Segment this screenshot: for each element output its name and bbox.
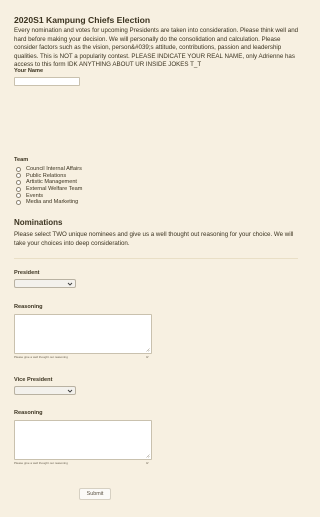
name-input[interactable] — [14, 77, 80, 86]
radio-button[interactable] — [16, 179, 21, 185]
chevron-down-icon — [67, 389, 73, 393]
vice-president-label: Vice President — [14, 377, 53, 383]
election-form: 2020S1 Kampung Chiefs Election Every nom… — [0, 0, 310, 517]
resize-grip-icon[interactable] — [146, 454, 150, 458]
form-title: 2020S1 Kampung Chiefs Election — [14, 15, 151, 25]
team-option-0[interactable]: Council Internal Affairs — [16, 166, 82, 173]
team-option-label: Artistic Management — [26, 179, 77, 186]
team-option-3[interactable]: External Welfare Team — [16, 186, 82, 193]
nominations-description: Please select TWO unique nominees and gi… — [14, 231, 294, 247]
nominations-title: Nominations — [14, 218, 63, 227]
radio-button[interactable] — [16, 193, 21, 199]
radio-button[interactable] — [16, 199, 21, 205]
team-option-2[interactable]: Artistic Management — [16, 179, 82, 186]
team-radio-group: Council Internal Affairs Public Relation… — [16, 166, 82, 206]
team-option-label: External Welfare Team — [26, 186, 83, 193]
team-option-4[interactable]: Events — [16, 192, 82, 199]
form-intro: Every nomination and votes for upcoming … — [14, 27, 299, 69]
vice-president-reasoning-label: Reasoning — [14, 410, 43, 416]
team-option-label: Media and Marketing — [26, 199, 79, 206]
president-reasoning-label: Reasoning — [14, 304, 43, 310]
president-reasoning-textarea[interactable] — [14, 314, 152, 354]
section-divider — [14, 258, 298, 259]
team-label: Team — [14, 157, 29, 163]
team-option-1[interactable]: Public Relations — [16, 173, 82, 180]
team-option-label: Council Internal Affairs — [26, 166, 82, 173]
president-reasoning-hint: Please give a well thought out reasoning — [14, 355, 68, 359]
radio-button[interactable] — [16, 173, 21, 179]
radio-button[interactable] — [16, 186, 21, 192]
team-option-5[interactable]: Media and Marketing — [16, 199, 82, 206]
vice-president-reasoning-textarea[interactable] — [14, 420, 152, 460]
radio-button[interactable] — [16, 166, 21, 172]
resize-grip-icon[interactable] — [146, 348, 150, 352]
team-option-label: Public Relations — [26, 172, 67, 179]
submit-button[interactable]: Submit — [79, 488, 111, 500]
president-select[interactable] — [14, 279, 76, 288]
president-reasoning-counter: 0/ — [146, 355, 149, 359]
name-label: Your Name — [14, 68, 44, 74]
vice-president-reasoning-hint: Please give a well thought out reasoning — [14, 461, 68, 465]
vice-president-select[interactable] — [14, 386, 76, 395]
president-label: President — [14, 270, 40, 276]
vice-president-reasoning-counter: 0/ — [146, 461, 149, 465]
chevron-down-icon — [67, 282, 73, 286]
team-option-label: Events — [26, 192, 44, 199]
